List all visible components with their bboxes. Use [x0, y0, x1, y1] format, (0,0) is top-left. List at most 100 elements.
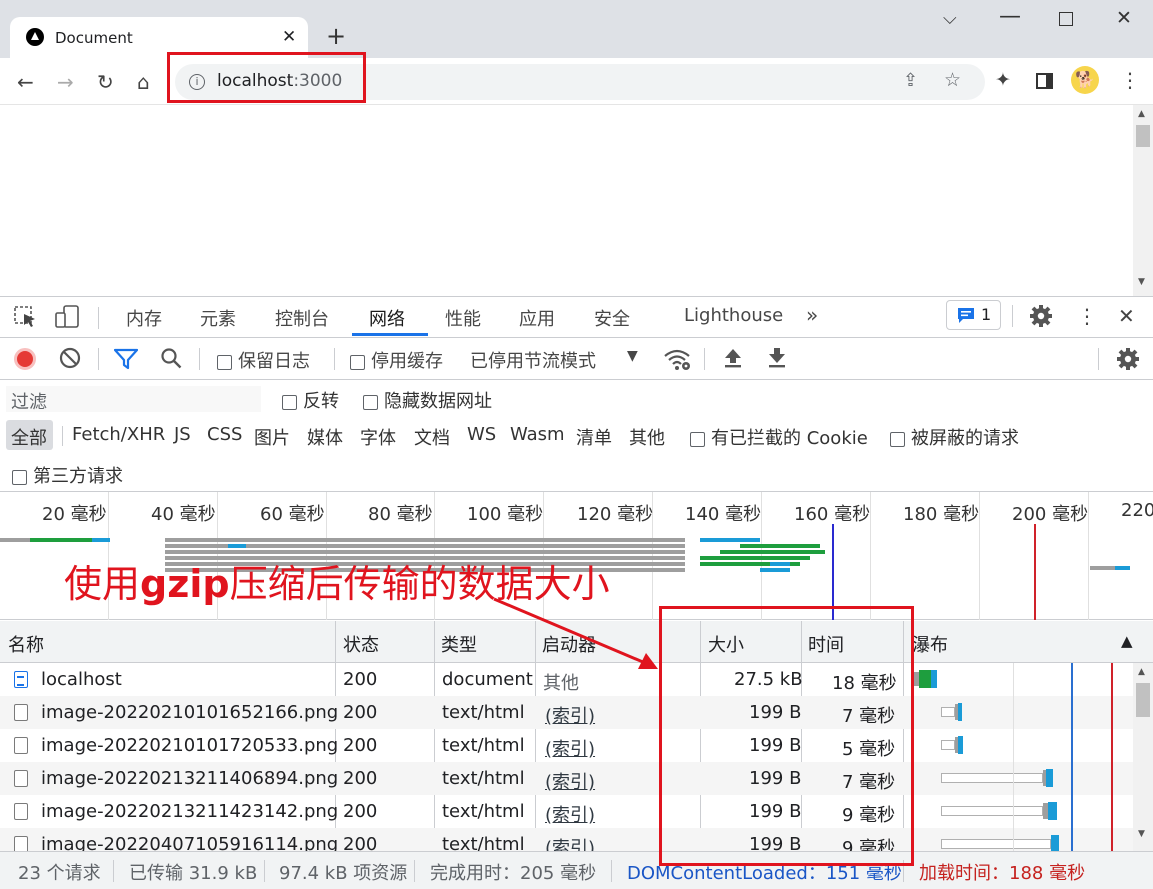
type-filter-fetch-xhr[interactable]: Fetch/XHR — [72, 424, 165, 445]
export-har-icon[interactable] — [766, 346, 788, 370]
overview-bar — [700, 538, 760, 542]
timeline-tick: 200 毫秒 — [1012, 504, 1089, 525]
settings-gear-icon[interactable] — [1029, 304, 1053, 328]
row-status: 200 — [343, 834, 378, 851]
preserve-log-checkbox[interactable]: 保留日志 — [217, 347, 310, 373]
device-toolbar-icon[interactable] — [55, 305, 81, 329]
import-har-icon[interactable] — [722, 346, 744, 370]
third-party-checkbox[interactable]: 第三方请求 — [12, 462, 123, 488]
forward-icon[interactable]: → — [57, 70, 74, 94]
reload-icon[interactable]: ↻ — [97, 70, 114, 94]
divider — [1098, 348, 1099, 370]
page-scrollbar[interactable]: ▲ ▼ — [1133, 105, 1153, 297]
tab-security[interactable]: 安全 — [594, 305, 630, 331]
type-filter-img[interactable]: 图片 — [254, 424, 290, 450]
table-scrollbar-thumb[interactable] — [1136, 683, 1150, 717]
clear-icon[interactable] — [59, 347, 81, 369]
tab-search-chevron-icon[interactable]: ⌵ — [943, 8, 957, 29]
side-panel-icon[interactable] — [1036, 73, 1053, 89]
close-devtools-icon[interactable]: ✕ — [1118, 304, 1135, 328]
waterfall-gridline — [1013, 663, 1014, 851]
type-filter-css[interactable]: CSS — [207, 424, 242, 445]
more-tabs-icon[interactable]: » — [806, 303, 818, 327]
table-row[interactable]: image-20220407105916114.png 200 text/htm… — [0, 828, 1133, 851]
waterfall-bar — [1048, 802, 1057, 820]
filter-input[interactable]: 过滤 — [6, 386, 261, 413]
network-settings-gear-icon[interactable] — [1116, 347, 1140, 371]
throttling-select[interactable]: 已停用节流模式 — [470, 347, 596, 373]
close-tab-icon[interactable]: ✕ — [282, 27, 296, 47]
blocked-requests-checkbox[interactable]: 被屏蔽的请求 — [890, 424, 1019, 450]
search-icon[interactable] — [160, 347, 182, 369]
row-initiator-link[interactable]: (索引) — [545, 834, 595, 851]
inspect-element-icon[interactable] — [14, 306, 38, 328]
scroll-up-icon[interactable]: ▲ — [1138, 109, 1145, 119]
row-status: 200 — [343, 702, 378, 723]
type-filter-all[interactable]: 全部 — [11, 424, 47, 450]
filter-funnel-icon[interactable] — [114, 348, 138, 370]
divider — [62, 426, 63, 446]
hide-data-urls-checkbox[interactable]: 隐藏数据网址 — [363, 387, 492, 413]
devtools-menu-icon[interactable]: ⋮ — [1077, 304, 1097, 328]
type-filter-ws[interactable]: WS — [467, 424, 496, 445]
maximize-icon[interactable] — [1059, 12, 1073, 26]
page-scrollbar-thumb[interactable] — [1136, 125, 1150, 147]
tab-memory[interactable]: 内存 — [126, 305, 162, 331]
col-type[interactable]: 类型 — [441, 631, 477, 657]
col-waterfall[interactable]: 瀑布 — [912, 631, 948, 657]
table-row[interactable]: image-20220213211423142.png 200 text/htm… — [0, 795, 1133, 828]
type-filter-doc[interactable]: 文档 — [414, 424, 450, 450]
scroll-down-icon[interactable]: ▼ — [1138, 277, 1145, 287]
profile-avatar[interactable]: 🐕 — [1071, 66, 1099, 94]
overview-bar — [228, 544, 246, 548]
table-scrollbar[interactable]: ▲ ▼ — [1133, 663, 1153, 851]
col-name[interactable]: 名称 — [8, 631, 44, 657]
extensions-puzzle-icon[interactable]: ✦ — [995, 69, 1011, 91]
table-row[interactable]: image-20220210101720533.png 200 text/htm… — [0, 729, 1133, 762]
row-initiator-link[interactable]: (索引) — [545, 735, 595, 761]
close-window-icon[interactable]: ✕ — [1116, 7, 1132, 29]
type-filter-other[interactable]: 其他 — [629, 424, 665, 450]
throttling-dropdown-icon[interactable]: ▼ — [627, 348, 638, 364]
type-filter-manifest[interactable]: 清单 — [576, 424, 612, 450]
active-tab-indicator — [352, 333, 428, 336]
overview-bar — [760, 568, 790, 572]
bookmark-star-icon[interactable]: ☆ — [944, 69, 961, 91]
network-conditions-wifi-icon[interactable] — [663, 347, 691, 371]
back-icon[interactable]: ← — [17, 70, 34, 94]
overview-bar — [770, 562, 790, 566]
row-initiator-link[interactable]: (索引) — [545, 702, 595, 728]
issues-button[interactable]: 1 — [946, 300, 1001, 330]
share-icon[interactable]: ⇪ — [903, 70, 918, 91]
waterfall-load-line — [1111, 663, 1113, 851]
type-filter-js[interactable]: JS — [174, 424, 191, 445]
minimize-icon[interactable]: — — [999, 4, 1021, 29]
tab-application[interactable]: 应用 — [519, 305, 555, 331]
row-name: image-20220210101720533.png — [41, 735, 339, 756]
home-icon[interactable]: ⌂ — [137, 70, 150, 94]
blocked-cookies-checkbox[interactable]: 有已拦截的 Cookie — [690, 424, 868, 450]
scroll-down-icon[interactable]: ▼ — [1138, 829, 1145, 839]
table-row[interactable]: image-20220213211406894.png 200 text/htm… — [0, 762, 1133, 795]
tab-network[interactable]: 网络 — [369, 305, 405, 331]
new-tab-icon[interactable]: + — [326, 22, 346, 50]
type-filter-wasm[interactable]: Wasm — [510, 424, 565, 445]
tab-lighthouse[interactable]: Lighthouse — [684, 305, 783, 326]
tab-elements[interactable]: 元素 — [200, 305, 236, 331]
scroll-up-icon[interactable]: ▲ — [1138, 667, 1145, 677]
type-filter-font[interactable]: 字体 — [360, 424, 396, 450]
row-initiator-link[interactable]: (索引) — [545, 801, 595, 827]
sort-ascending-icon[interactable]: ▲ — [1121, 632, 1133, 650]
tab-performance[interactable]: 性能 — [445, 305, 481, 331]
browser-menu-icon[interactable]: ⋮ — [1120, 68, 1140, 92]
invert-checkbox[interactable]: 反转 — [282, 387, 339, 413]
col-status[interactable]: 状态 — [343, 631, 379, 657]
file-icon — [14, 770, 28, 787]
record-icon[interactable] — [14, 348, 36, 370]
tab-console[interactable]: 控制台 — [275, 305, 329, 331]
row-initiator-link[interactable]: (索引) — [545, 768, 595, 794]
waterfall-bar — [1051, 835, 1059, 851]
disable-cache-checkbox[interactable]: 停用缓存 — [350, 347, 443, 373]
type-filter-media[interactable]: 媒体 — [307, 424, 343, 450]
table-row[interactable]: image-20220210101652166.png 200 text/htm… — [0, 696, 1133, 729]
